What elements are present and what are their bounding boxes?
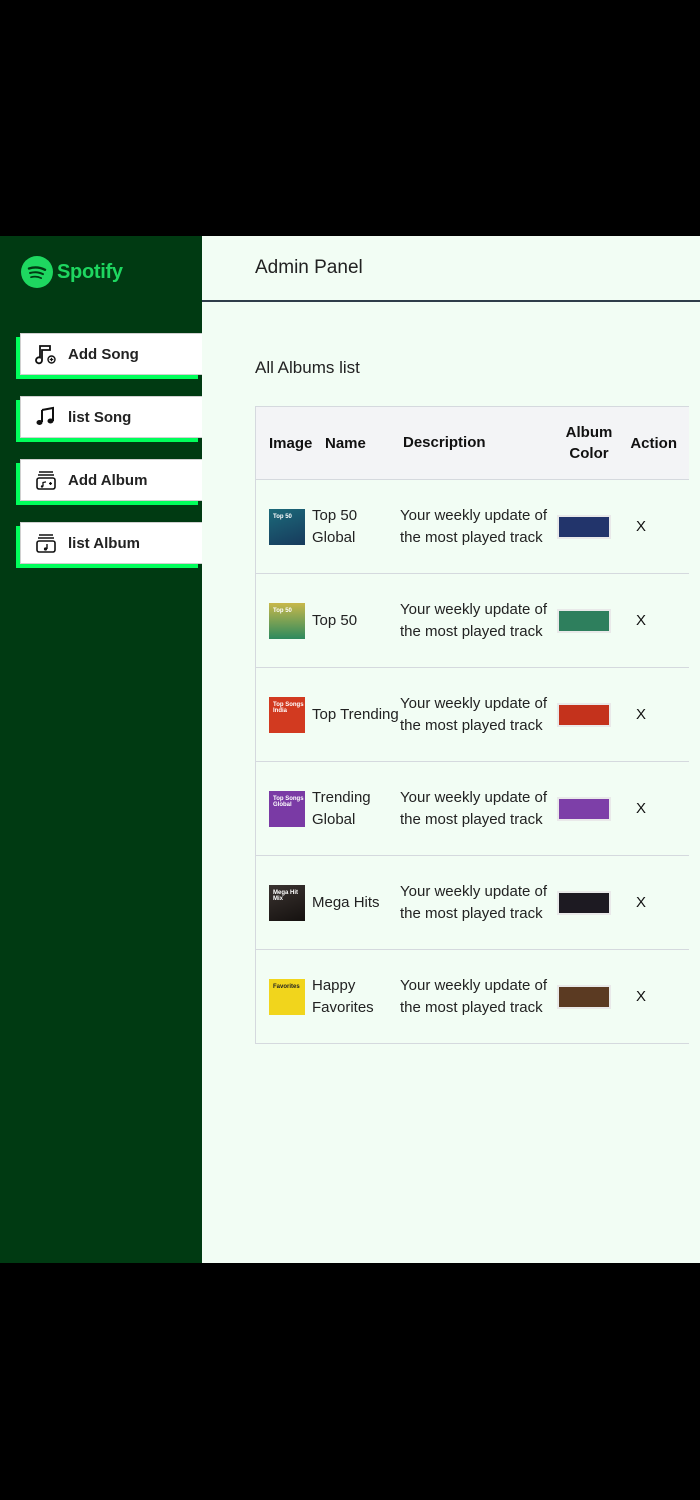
sidebar-item-label: list Album bbox=[68, 534, 140, 552]
section-title: All Albums list bbox=[255, 358, 360, 377]
sidebar-item-add-album[interactable]: Add Album bbox=[20, 459, 202, 501]
album-thumbnail: Top Songs Global bbox=[269, 790, 305, 827]
album-thumbnail-text: Favorites bbox=[273, 983, 300, 990]
album-color-cell bbox=[551, 702, 621, 727]
table-body: Top 50 Top 50 Global Your weekly update of… bbox=[256, 480, 689, 1043]
close-icon[interactable]: X bbox=[636, 988, 646, 1005]
close-icon[interactable]: X bbox=[636, 612, 646, 629]
table-row: Top Songs Global Trending Global Your week… bbox=[256, 762, 689, 856]
delete-album-button[interactable]: X bbox=[621, 706, 689, 723]
album-image-cell: Top 50 bbox=[256, 602, 312, 639]
album-image-cell: Mega Hit Mix bbox=[256, 884, 312, 921]
album-description: Your weekly update of the most played tr… bbox=[400, 600, 548, 640]
album-thumbnail-text: Mega Hit Mix bbox=[273, 889, 299, 902]
delete-album-button[interactable]: X bbox=[621, 518, 689, 535]
album-color-cell bbox=[551, 890, 621, 915]
sidebar-item-list-song[interactable]: list Song bbox=[20, 396, 202, 438]
column-header-description: Description bbox=[403, 434, 486, 451]
table-row: Favorites Happy Favorites Your weekly upda… bbox=[256, 950, 689, 1043]
table-row: Mega Hit Mix Mega Hits Your weekly update … bbox=[256, 856, 689, 950]
album-thumbnail-text: Top 50 bbox=[273, 513, 292, 520]
album-description: Your weekly update of the most played tr… bbox=[400, 976, 548, 1016]
album-color-cell bbox=[551, 514, 621, 539]
album-list-icon bbox=[35, 532, 57, 554]
album-color-swatch bbox=[557, 984, 611, 1009]
sidebar: Spotify Add Song list Song Add Album lis… bbox=[0, 236, 202, 1263]
close-icon[interactable]: X bbox=[636, 894, 646, 911]
delete-album-button[interactable]: X bbox=[621, 800, 689, 817]
column-header-name-label: Name bbox=[325, 434, 366, 452]
sidebar-item-add-song[interactable]: Add Song bbox=[20, 333, 202, 375]
close-icon[interactable]: X bbox=[636, 800, 646, 817]
add-album-icon bbox=[35, 469, 57, 491]
album-color-swatch bbox=[557, 890, 611, 915]
album-color-cell bbox=[551, 796, 621, 821]
albums-table: Image Name Description Album Color Actio… bbox=[255, 406, 689, 1044]
column-header-action: Action bbox=[630, 434, 677, 452]
close-icon[interactable]: X bbox=[636, 706, 646, 723]
album-name: Happy Favorites bbox=[312, 976, 374, 1016]
album-color-swatch bbox=[557, 608, 611, 633]
album-image-cell: Top Songs India bbox=[256, 696, 312, 733]
album-description: Your weekly update of the most played tr… bbox=[400, 694, 548, 734]
main-content: Admin Panel All Albums list Image Name D… bbox=[202, 236, 700, 1263]
spotify-logo[interactable]: Spotify bbox=[21, 256, 123, 288]
album-image-cell: Favorites bbox=[256, 978, 312, 1015]
album-thumbnail: Mega Hit Mix bbox=[269, 884, 305, 921]
album-image-cell: Top 50 bbox=[256, 508, 312, 545]
album-name: Trending Global bbox=[312, 788, 371, 828]
column-header-album-color: Album Color bbox=[565, 424, 613, 462]
album-name: Top 50 bbox=[312, 611, 358, 629]
table-row: Top 50 Top 50 Your weekly update of the mo… bbox=[256, 574, 689, 668]
header-bar: Admin Panel bbox=[202, 236, 700, 302]
close-icon[interactable]: X bbox=[636, 518, 646, 535]
delete-album-button[interactable]: X bbox=[621, 894, 689, 911]
app-window: Spotify Add Song list Song Add Album lis… bbox=[0, 236, 700, 1263]
sidebar-nav: Add Song list Song Add Album list Album bbox=[16, 333, 202, 585]
album-color-cell bbox=[551, 608, 621, 633]
album-thumbnail: Top Songs India bbox=[269, 696, 305, 733]
album-color-swatch bbox=[557, 796, 611, 821]
album-thumbnail: Top 50 bbox=[269, 508, 305, 545]
page-title: Admin Panel bbox=[255, 257, 363, 278]
sidebar-item-label: Add Song bbox=[68, 345, 139, 363]
brand-name: Spotify bbox=[57, 260, 123, 283]
album-description: Your weekly update of the most played tr… bbox=[400, 506, 548, 546]
album-description: Your weekly update of the most played tr… bbox=[400, 788, 548, 828]
album-description: Your weekly update of the most played tr… bbox=[400, 882, 548, 922]
delete-album-button[interactable]: X bbox=[621, 612, 689, 629]
album-name: Mega Hits bbox=[312, 893, 380, 911]
album-name: Top 50 Global bbox=[312, 506, 358, 546]
album-thumbnail-text: Top Songs Global bbox=[273, 795, 304, 808]
album-thumbnail-text: Top Songs India bbox=[273, 701, 304, 714]
album-image-cell: Top Songs Global bbox=[256, 790, 312, 827]
table-row: Top Songs India Top Trending Your weekly u… bbox=[256, 668, 689, 762]
album-color-cell bbox=[551, 984, 621, 1009]
delete-album-button[interactable]: X bbox=[621, 988, 689, 1005]
album-thumbnail: Favorites bbox=[269, 978, 305, 1015]
sidebar-item-list-album[interactable]: list Album bbox=[20, 522, 202, 564]
sidebar-item-label: Add Album bbox=[68, 471, 148, 489]
add-music-icon bbox=[35, 343, 57, 365]
column-header-name: Name bbox=[312, 435, 399, 452]
album-thumbnail: Top 50 bbox=[269, 602, 305, 639]
column-header-image: Image bbox=[269, 434, 313, 452]
album-name: Top Trending bbox=[312, 705, 399, 723]
sidebar-item-label: list Song bbox=[68, 408, 132, 426]
spotify-icon bbox=[21, 256, 53, 288]
album-color-swatch bbox=[557, 514, 611, 539]
music-note-icon bbox=[35, 406, 57, 428]
album-color-swatch bbox=[557, 702, 611, 727]
album-thumbnail-text: Top 50 bbox=[273, 607, 292, 614]
table-header: Image Name Description Album Color Actio… bbox=[256, 407, 689, 480]
table-row: Top 50 Top 50 Global Your weekly update of… bbox=[256, 480, 689, 574]
